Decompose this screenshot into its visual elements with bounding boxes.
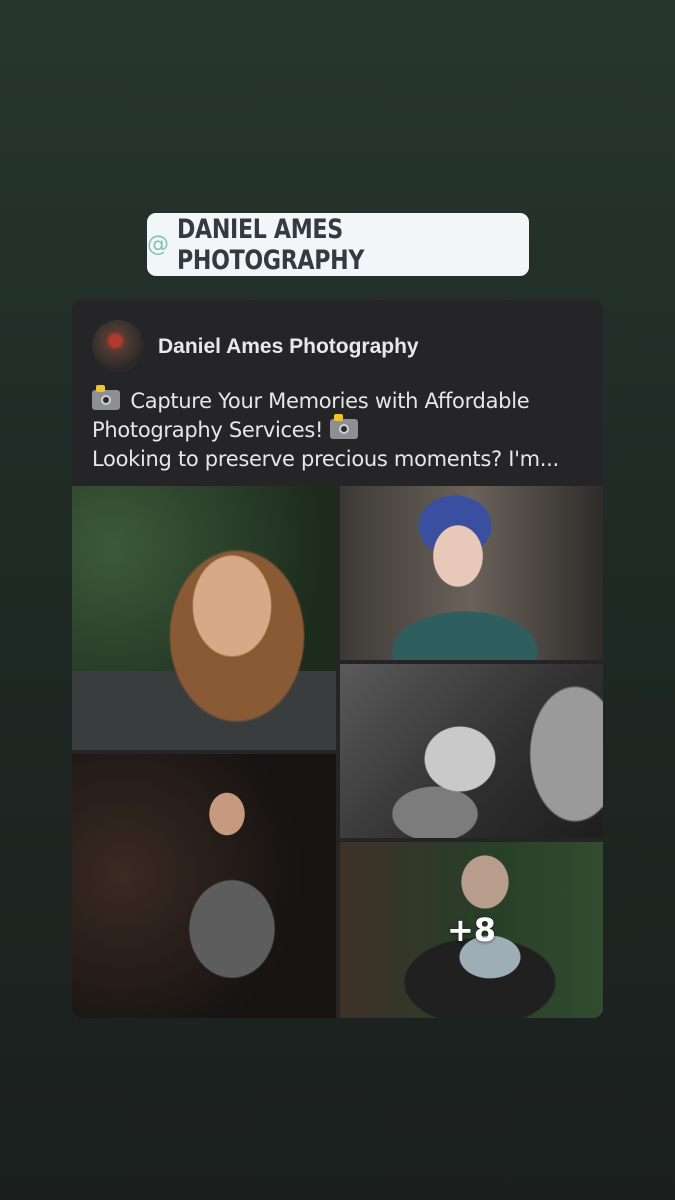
post-text: Capture Your Memories with Affordable Ph… [92, 385, 587, 474]
mention-sticker[interactable]: @ DANIEL AMES PHOTOGRAPHY [147, 213, 529, 276]
photo-2[interactable] [340, 486, 603, 660]
photo-1[interactable] [72, 486, 336, 750]
avatar[interactable] [92, 320, 144, 372]
post-text-line-1: Capture Your Memories with Affordable [92, 385, 587, 416]
post-card[interactable]: Daniel Ames Photography Capture Your Mem… [72, 300, 603, 1018]
post-author[interactable]: Daniel Ames Photography [158, 335, 419, 359]
at-symbol: @ [147, 232, 169, 257]
photo-4[interactable] [72, 754, 336, 1018]
post-text-line-3: Looking to preserve precious moments? I'… [92, 447, 559, 471]
camera-flash-icon [92, 385, 120, 410]
more-photos-overlay[interactable]: +8 [340, 842, 603, 1018]
mention-label: DANIEL AMES PHOTOGRAPHY [177, 213, 365, 276]
post-text-line-2: Photography Services! [92, 414, 587, 445]
camera-flash-icon [329, 414, 358, 439]
photo-3[interactable] [340, 664, 603, 838]
